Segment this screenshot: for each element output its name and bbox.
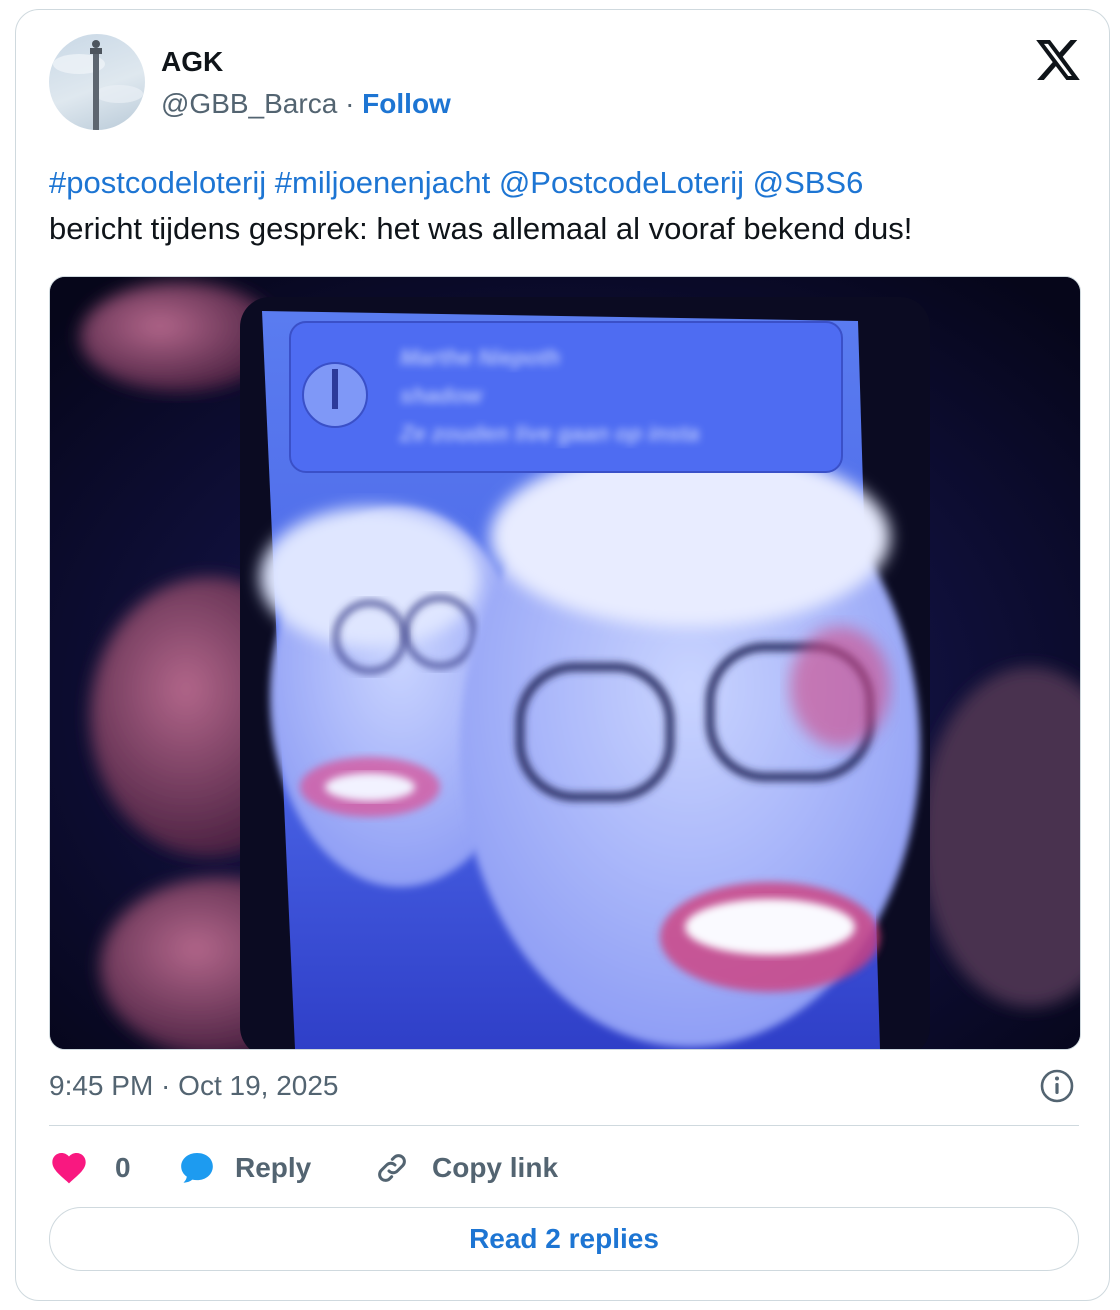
follow-button[interactable]: Follow (362, 88, 451, 119)
copy-link-label: Copy link (432, 1152, 559, 1183)
avatar[interactable] (49, 34, 145, 130)
reply-label: Reply (235, 1152, 312, 1183)
heart-icon (52, 1153, 86, 1184)
hashtag-postcodeloterij[interactable]: #postcodeloterij (49, 165, 266, 200)
like-button[interactable]: 0 (49, 1148, 131, 1188)
tweet-timestamp[interactable]: 9:45 PM · Oct 19, 2025 (49, 1068, 339, 1104)
copy-link-button[interactable]: Copy link (372, 1148, 558, 1188)
notification-sender: Marthe Niepoth (400, 345, 560, 370)
like-count: 0 (115, 1152, 131, 1183)
x-logo-icon[interactable] (1036, 40, 1080, 80)
divider (49, 1125, 1079, 1126)
author-handle[interactable]: @GBB_Barca (161, 88, 337, 119)
hashtag-miljoenenjacht[interactable]: #miljoenenjacht (275, 165, 490, 200)
author-handle-row: @GBB_Barca · Follow (161, 86, 451, 122)
notification-message: Ze zouden live gaan op insta (399, 421, 700, 446)
mention-postcodeloterij[interactable]: @PostcodeLoterij (499, 165, 744, 200)
info-icon[interactable] (1039, 1068, 1075, 1104)
mention-sbs6[interactable]: @SBS6 (753, 165, 864, 200)
handle-separator: · (345, 88, 355, 119)
photo-illustration: Marthe Niepoth shadow Ze zouden live gaa… (50, 277, 1080, 1049)
tweet-card: AGK @GBB_Barca · Follow #postcodeloterij… (15, 9, 1110, 1301)
reply-button[interactable]: Reply (177, 1148, 311, 1188)
action-bar: 0 Reply Copy link (49, 1148, 1079, 1188)
tweet-photo[interactable]: Marthe Niepoth shadow Ze zouden live gaa… (49, 276, 1081, 1050)
read-replies-button[interactable]: Read 2 replies (49, 1207, 1079, 1271)
author-name[interactable]: AGK (161, 44, 223, 80)
tweet-text: #postcodeloterij #miljoenenjacht @Postco… (49, 160, 1069, 252)
tweet-body: bericht tijdens gesprek: het was allemaa… (49, 211, 913, 246)
speech-bubble-icon (181, 1153, 213, 1183)
avatar-image (53, 40, 143, 130)
notification-app: shadow (400, 383, 484, 408)
link-icon (378, 1154, 406, 1182)
